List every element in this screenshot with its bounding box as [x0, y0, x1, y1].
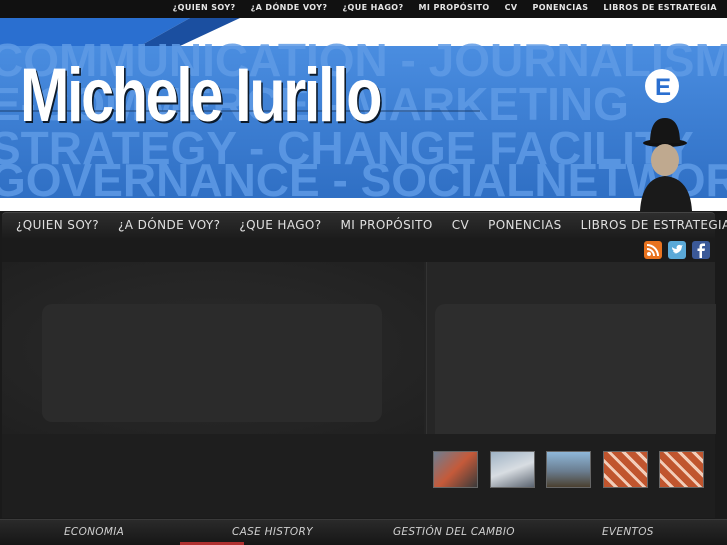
main-nav-item-quien-soy[interactable]: ¿QUIEN SOY?	[16, 218, 99, 232]
main-nav-item-cv[interactable]: CV	[452, 218, 469, 232]
thumbnail-3-image[interactable]	[546, 451, 591, 488]
header-banner: COMMUNICATION - JOURNALISM E-COMMERCE - …	[0, 18, 727, 211]
main-navigation-bar: ¿QUIEN SOY? ¿A DÓNDE VOY? ¿QUE HAGO? MI …	[2, 212, 727, 238]
top-nav-item-que-hago[interactable]: ¿QUE HAGO?	[342, 3, 403, 12]
top-nav-item-a-donde-voy[interactable]: ¿A DÓNDE VOY?	[251, 3, 328, 12]
rss-icon[interactable]	[644, 241, 662, 259]
facebook-icon[interactable]	[692, 241, 710, 259]
main-nav-item-a-donde-voy[interactable]: ¿A DÓNDE VOY?	[118, 218, 220, 232]
main-nav-item-que-hago[interactable]: ¿QUE HAGO?	[239, 218, 321, 232]
category-gestion-del-cambio[interactable]: GESTIÓN DEL CAMBIO	[393, 526, 515, 538]
featured-slider-panel	[2, 262, 424, 434]
sidebar-frame	[435, 304, 716, 434]
thumbnail-4-image[interactable]	[603, 451, 648, 488]
sidebar-panel	[426, 262, 716, 434]
thumbnail-5-image[interactable]	[659, 451, 704, 488]
main-nav-list: ¿QUIEN SOY? ¿A DÓNDE VOY? ¿QUE HAGO? MI …	[16, 218, 727, 232]
social-bar	[2, 238, 715, 262]
featured-slider-frame	[42, 304, 382, 422]
thumbnail-2-image[interactable]	[490, 451, 535, 488]
site-title[interactable]: Michele Iurillo	[20, 52, 383, 139]
logo-letter: E	[655, 74, 671, 101]
category-eventos[interactable]: EVENTOS	[602, 526, 654, 538]
main-nav-item-ponencias[interactable]: PONENCIAS	[488, 218, 562, 232]
top-nav-item-mi-proposito[interactable]: MI PROPÓSITO	[419, 3, 490, 12]
top-nav-item-quien-soy[interactable]: ¿QUIEN SOY?	[173, 3, 236, 12]
category-economia[interactable]: ECONOMIA	[64, 526, 124, 538]
top-navigation-bar: ¿QUIEN SOY? ¿A DÓNDE VOY? ¿QUE HAGO? MI …	[0, 0, 727, 18]
thumbnail-1-image[interactable]	[433, 451, 478, 488]
top-nav-item-cv[interactable]: CV	[505, 3, 518, 12]
main-nav-item-mi-proposito[interactable]: MI PROPÓSITO	[341, 218, 433, 232]
top-nav-item-libros[interactable]: LIBROS DE ESTRATEGIA	[603, 3, 717, 12]
main-nav-item-libros[interactable]: LIBROS DE ESTRATEGIA	[581, 218, 727, 232]
top-nav-list: ¿QUIEN SOY? ¿A DÓNDE VOY? ¿QUE HAGO? MI …	[173, 3, 717, 12]
top-nav-item-ponencias[interactable]: PONENCIAS	[532, 3, 588, 12]
category-case-history[interactable]: CASE HISTORY	[232, 526, 313, 538]
category-bar: ECONOMIA CASE HISTORY GESTIÓN DEL CAMBIO…	[0, 519, 727, 545]
twitter-icon[interactable]	[668, 241, 686, 259]
